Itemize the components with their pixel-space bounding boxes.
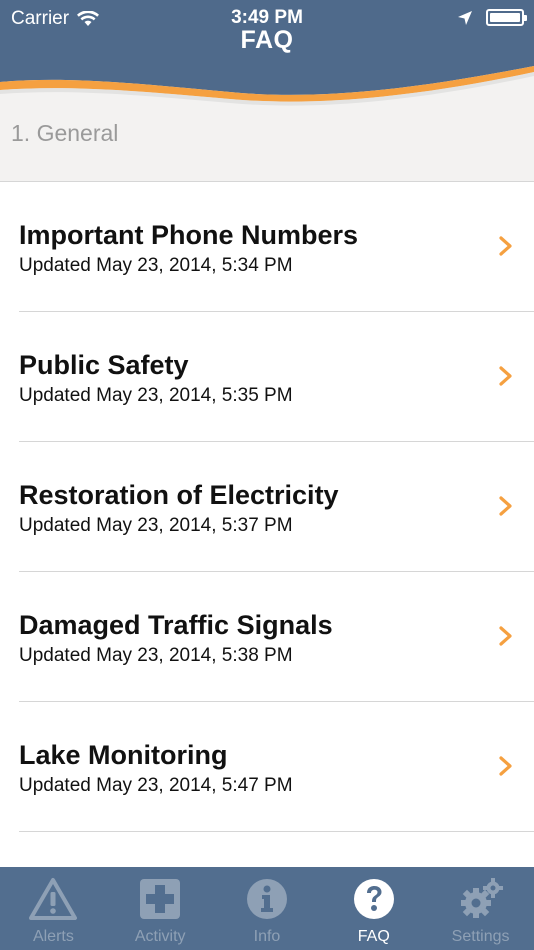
faq-item-public-safety[interactable]: Public Safety Updated May 23, 2014, 5:35… [19,312,534,442]
header: Carrier 3:49 PM FAQ 1. General [0,0,534,182]
tab-label: Activity [134,928,186,945]
location-arrow-icon [458,10,472,25]
gears-icon [460,878,503,918]
faq-item-updated: Updated May 23, 2014, 5:37 PM [19,515,293,536]
tab-faq[interactable]: FAQ [320,867,427,950]
chevron-right-icon [499,626,512,646]
faq-item-updated: Updated May 23, 2014, 5:34 PM [19,255,293,276]
faq-item-title: Restoration of Electricity [19,480,339,510]
faq-item-restoration-of-electricity[interactable]: Restoration of Electricity Updated May 2… [19,442,534,572]
battery-icon [486,9,527,26]
faq-item-title: Damaged Traffic Signals [19,610,333,640]
tab-label: Info [253,928,281,945]
status-indicators [458,9,527,26]
chevron-right-icon [499,236,512,256]
tab-alerts[interactable]: Alerts [0,867,107,950]
faq-item-updated: Updated May 23, 2014, 5:35 PM [19,385,293,406]
question-circle-icon [353,879,394,919]
tab-settings[interactable]: Settings [427,867,534,950]
faq-item-important-phone-numbers[interactable]: Important Phone Numbers Updated May 23, … [19,182,534,312]
chevron-right-icon [499,366,512,386]
section-title: 1. General [11,120,119,146]
faq-item-damaged-traffic-signals[interactable]: Damaged Traffic Signals Updated May 23, … [19,572,534,702]
tab-label: Settings [451,928,510,945]
medical-cross-icon [140,879,181,919]
faq-list: Important Phone Numbers Updated May 23, … [0,181,534,867]
tab-info[interactable]: Info [214,867,321,950]
warning-triangle-icon [29,878,78,920]
info-circle-icon [246,879,287,919]
faq-item-lake-monitoring[interactable]: Lake Monitoring Updated May 23, 2014, 5:… [19,702,534,832]
tab-bar: Alerts Activity Info FAQ Settings [0,867,534,950]
tab-label: FAQ [357,928,390,945]
faq-item-updated: Updated May 23, 2014, 5:38 PM [19,645,293,666]
faq-item-title: Public Safety [19,350,189,380]
faq-item-title: Important Phone Numbers [19,220,359,250]
battery-level [490,13,520,22]
tab-label: Alerts [32,928,74,945]
faq-item-updated: Updated May 23, 2014, 5:47 PM [19,775,293,796]
tab-activity[interactable]: Activity [107,867,214,950]
chevron-right-icon [499,756,512,776]
faq-item-title: Lake Monitoring [19,740,228,770]
page-title: FAQ [240,26,294,54]
chevron-right-icon [499,496,512,516]
